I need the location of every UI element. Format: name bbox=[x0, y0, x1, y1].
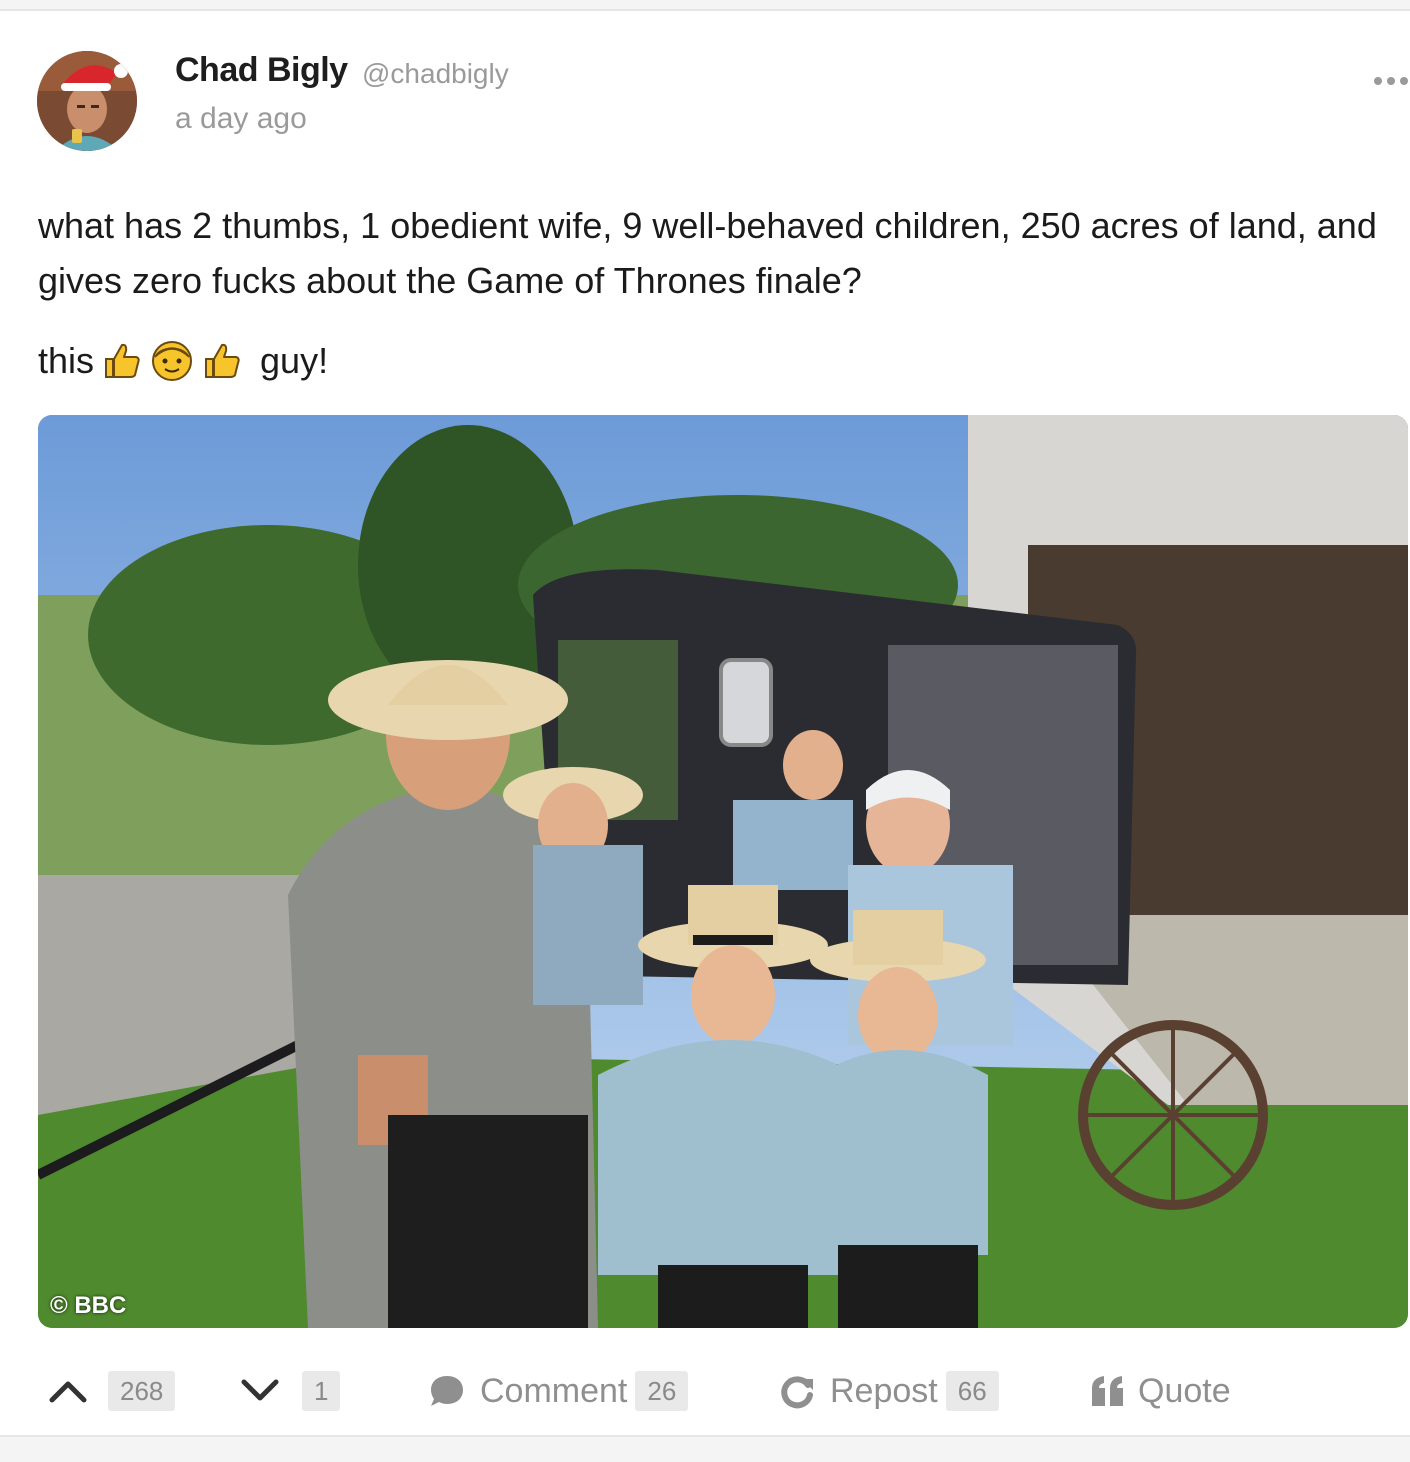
repost-label: Repost bbox=[830, 1371, 938, 1410]
repost-count: 66 bbox=[945, 1371, 999, 1411]
upvote-count: 268 bbox=[108, 1371, 176, 1411]
post-body-text: what has 2 thumbs, 1 obedient wife, 9 we… bbox=[38, 205, 1377, 301]
image-watermark: © BBC bbox=[50, 1292, 127, 1319]
comment-count: 26 bbox=[635, 1371, 689, 1411]
dot bbox=[1400, 77, 1408, 85]
dot bbox=[1374, 77, 1382, 85]
post-body-line2: this guy! bbox=[38, 333, 328, 388]
more-options-icon[interactable] bbox=[1374, 66, 1408, 96]
chevron-down-icon bbox=[241, 1379, 279, 1401]
quote-icon bbox=[1092, 1376, 1123, 1406]
older-man-face-icon bbox=[152, 340, 193, 381]
post-line2-prefix: this bbox=[38, 340, 95, 381]
comment-bubble-icon bbox=[431, 1376, 463, 1406]
upvote-button[interactable]: 268 bbox=[48, 1361, 176, 1421]
comment-label: Comment bbox=[480, 1371, 628, 1410]
quote-button[interactable]: Quote bbox=[1090, 1361, 1231, 1421]
post-image[interactable]: © BBC bbox=[38, 415, 1408, 1328]
downvote-count: 1 bbox=[302, 1371, 341, 1411]
post-card: Chad Bigly @chadbigly a day ago what has… bbox=[0, 9, 1410, 1437]
author-avatar[interactable] bbox=[37, 51, 137, 151]
thumbs-up-icon bbox=[105, 343, 140, 378]
author-name[interactable]: Chad Bigly bbox=[175, 51, 348, 90]
dot bbox=[1387, 77, 1395, 85]
post-actions-bar: 268 1 Comment 26 Repost 66 Quote bbox=[0, 1361, 1410, 1421]
repost-button[interactable]: Repost 66 bbox=[778, 1361, 999, 1421]
comment-button[interactable]: Comment 26 bbox=[428, 1361, 689, 1421]
post-line2-suffix: guy! bbox=[260, 340, 329, 381]
thumbs-up-icon bbox=[205, 343, 240, 378]
author-handle[interactable]: @chadbigly bbox=[362, 58, 509, 90]
repost-icon bbox=[781, 1376, 813, 1409]
chevron-up-icon bbox=[49, 1381, 87, 1403]
downvote-button[interactable]: 1 bbox=[240, 1361, 341, 1421]
post-timestamp[interactable]: a day ago bbox=[175, 102, 307, 136]
quote-label: Quote bbox=[1138, 1371, 1231, 1410]
